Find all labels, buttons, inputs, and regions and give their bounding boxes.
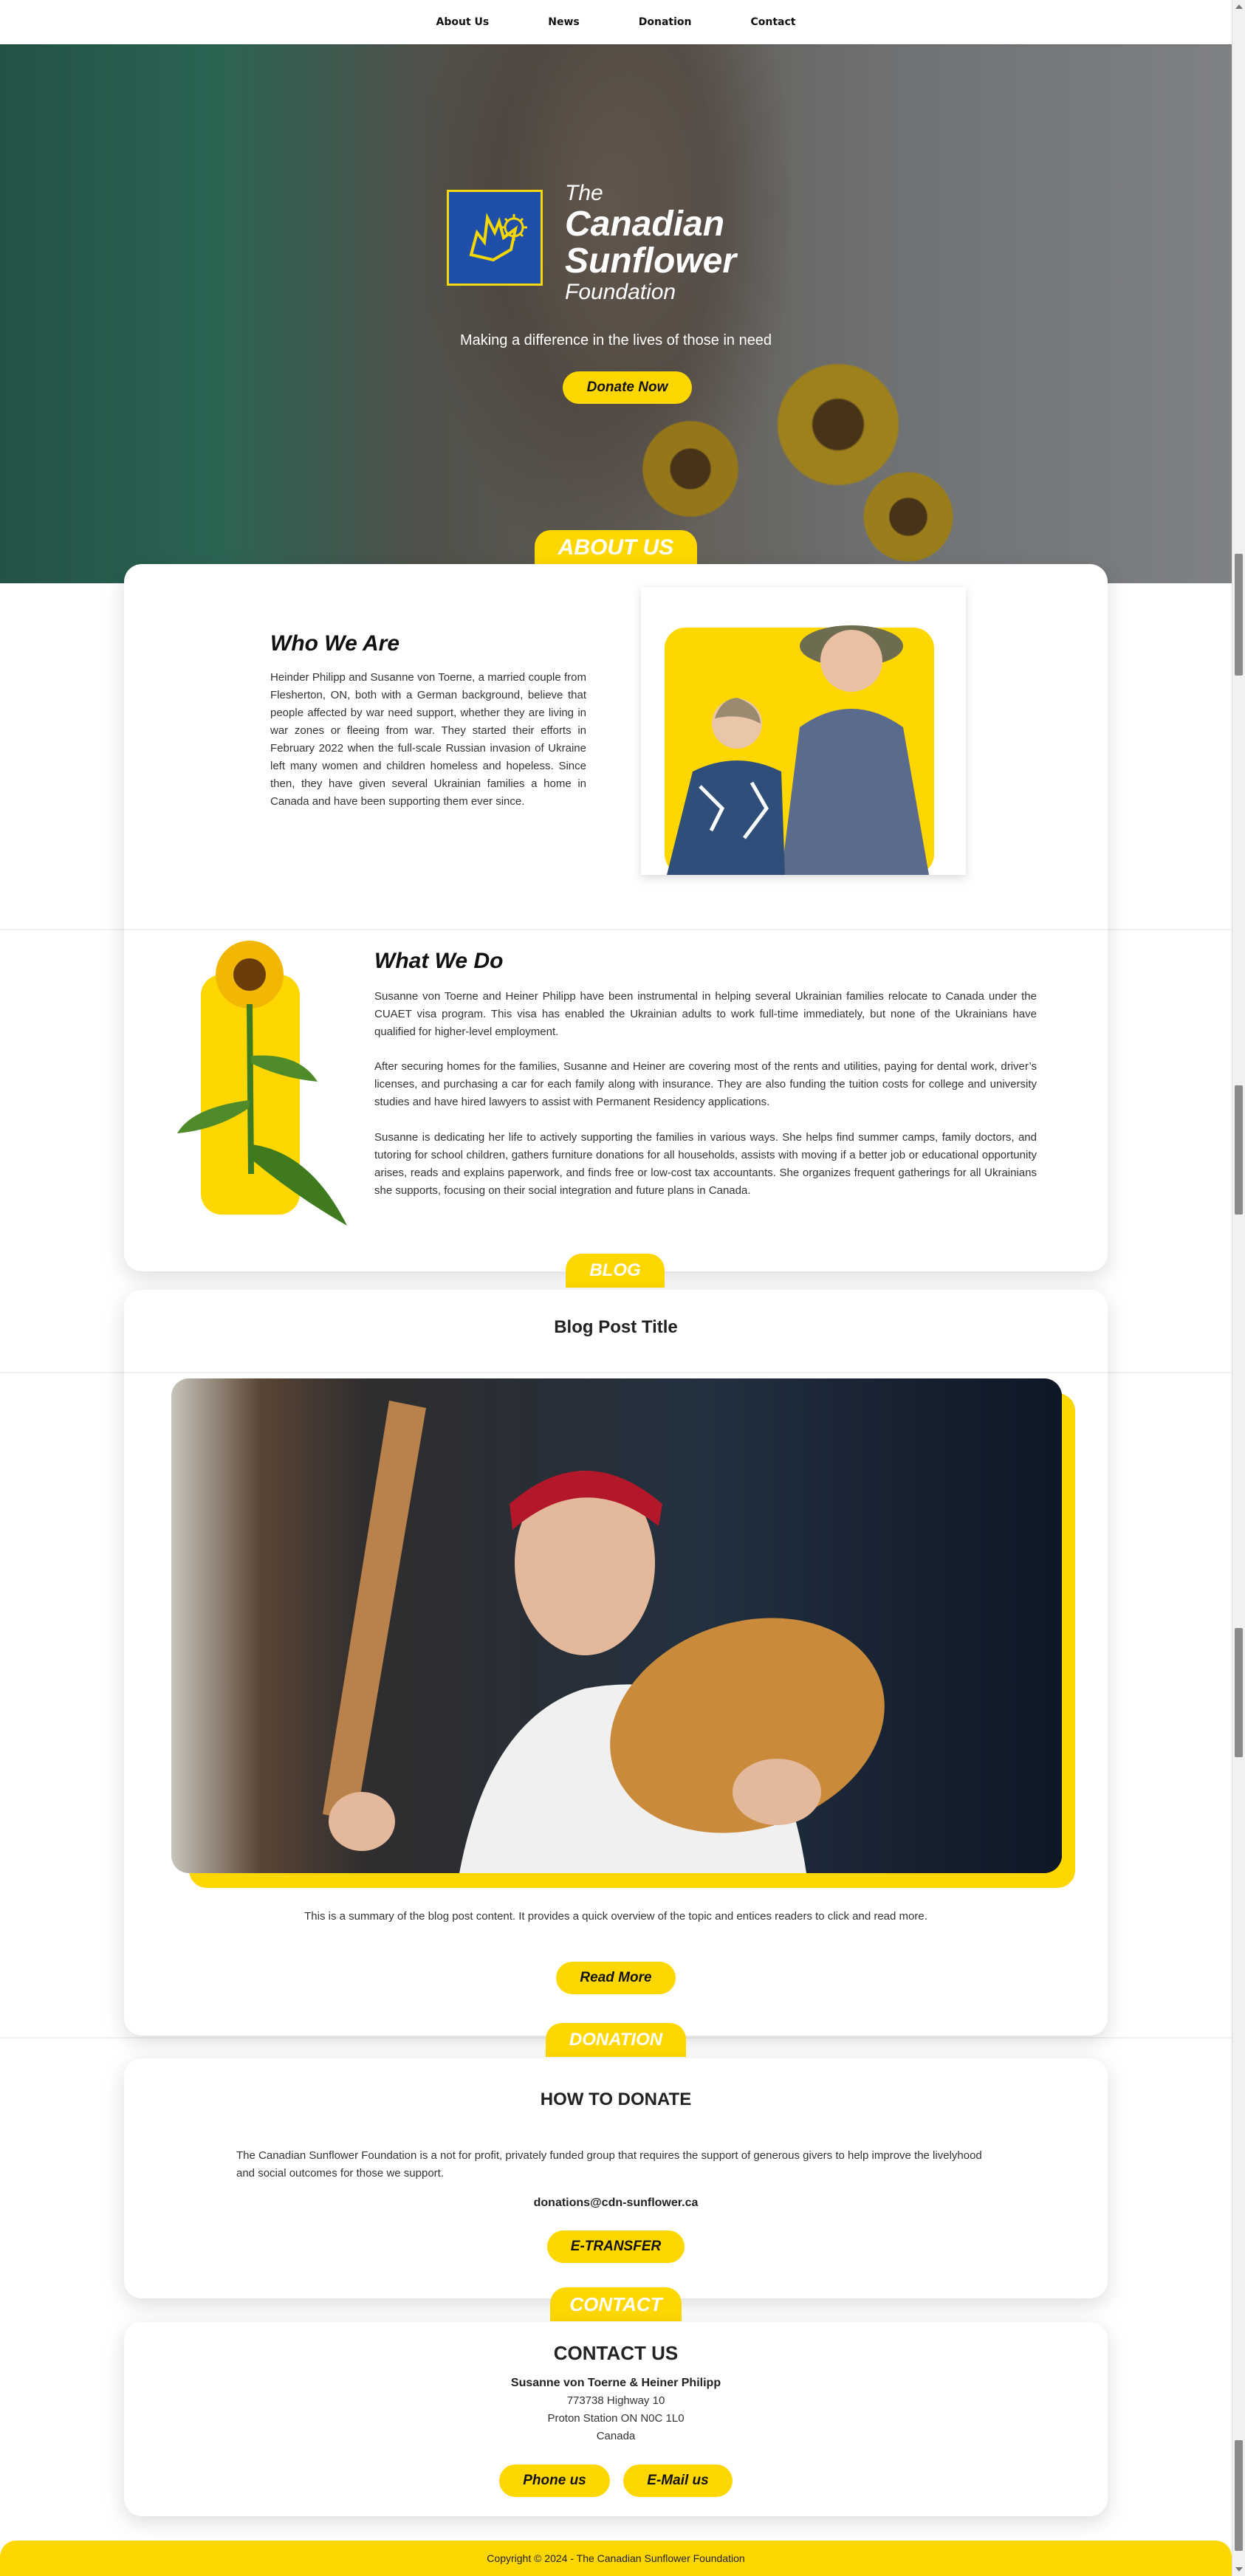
- email-us-button[interactable]: E-Mail us: [623, 2465, 733, 2497]
- nav-about-us[interactable]: About Us: [407, 16, 519, 28]
- hero-section: The Canadian Sunflower Foundation Making…: [0, 44, 1232, 583]
- tab-about-us: ABOUT US: [535, 530, 697, 566]
- scroll-up-icon[interactable]: [1235, 4, 1243, 9]
- top-navigation: About Us News Donation Contact: [0, 0, 1232, 44]
- scroll-thumb[interactable]: [1235, 2440, 1243, 2551]
- blog-post-image: [171, 1378, 1062, 1873]
- donation-description: The Canadian Sunflower Foundation is a n…: [236, 2149, 982, 2180]
- e-transfer-button[interactable]: E-TRANSFER: [547, 2230, 685, 2263]
- donate-now-button[interactable]: Donate Now: [563, 371, 692, 404]
- hero-tagline: Making a difference in the lives of thos…: [459, 332, 772, 348]
- nav-contact[interactable]: Contact: [721, 16, 825, 28]
- nav-news[interactable]: News: [518, 16, 608, 28]
- what-we-do-paragraph-3: Susanne is dedicating her life to active…: [374, 1131, 1037, 1197]
- vertical-scrollbar[interactable]: [1232, 0, 1245, 2576]
- blog-summary: This is a summary of the blog post conte…: [304, 1910, 927, 1923]
- contact-us-title: CONTACT US: [553, 2342, 679, 2364]
- tab-donation: DONATION: [546, 2023, 686, 2057]
- hero-overlay: [0, 44, 1232, 583]
- foundation-logo: The Canadian Sunflower Foundation: [447, 181, 736, 305]
- scroll-thumb[interactable]: [1235, 554, 1243, 676]
- contact-address-line-1: 773738 Highway 10: [566, 2394, 665, 2407]
- how-to-donate-title: HOW TO DONATE: [540, 2089, 692, 2109]
- what-we-do-paragraph-2: After securing homes for the families, S…: [374, 1060, 1037, 1108]
- contact-names: Susanne von Toerne & Heiner Philipp: [510, 2377, 721, 2389]
- sunflower-illustration: [177, 941, 347, 1226]
- scroll-down-icon[interactable]: [1235, 2567, 1243, 2572]
- read-more-button[interactable]: Read More: [556, 1962, 676, 1994]
- phone-us-button[interactable]: Phone us: [499, 2465, 610, 2497]
- donation-email: donations@cdn-sunflower.ca: [533, 2197, 699, 2209]
- maple-sunflower-logo-icon: [447, 190, 543, 286]
- logo-sunflower: Sunflower: [565, 241, 737, 281]
- logo-the: The: [565, 181, 603, 205]
- scroll-thumb[interactable]: [1235, 1628, 1243, 1757]
- who-we-are-text: Heinder Philipp and Susanne von Toerne, …: [270, 671, 586, 808]
- what-we-do-paragraph-1: Susanne von Toerne and Heiner Philipp ha…: [374, 990, 1037, 1038]
- blog-post-title: Blog Post Title: [554, 1317, 678, 1337]
- logo-foundation: Foundation: [565, 280, 676, 304]
- tab-blog: BLOG: [566, 1254, 665, 1288]
- who-we-are-title: Who We Are: [270, 631, 400, 656]
- founders-photo: [667, 625, 929, 875]
- contact-address-line-3: Canada: [596, 2430, 636, 2442]
- nav-donation[interactable]: Donation: [609, 16, 721, 28]
- logo-canadian: Canadian: [565, 205, 725, 244]
- contact-address-line-2: Proton Station ON N0C 1L0: [547, 2412, 685, 2425]
- founders-photo-frame: [641, 587, 966, 875]
- scroll-thumb[interactable]: [1235, 1085, 1243, 1215]
- footer-copyright: Copyright © 2024 - The Canadian Sunflowe…: [0, 2541, 1232, 2576]
- tab-contact: CONTACT: [550, 2287, 682, 2321]
- what-we-do-title: What We Do: [374, 949, 504, 973]
